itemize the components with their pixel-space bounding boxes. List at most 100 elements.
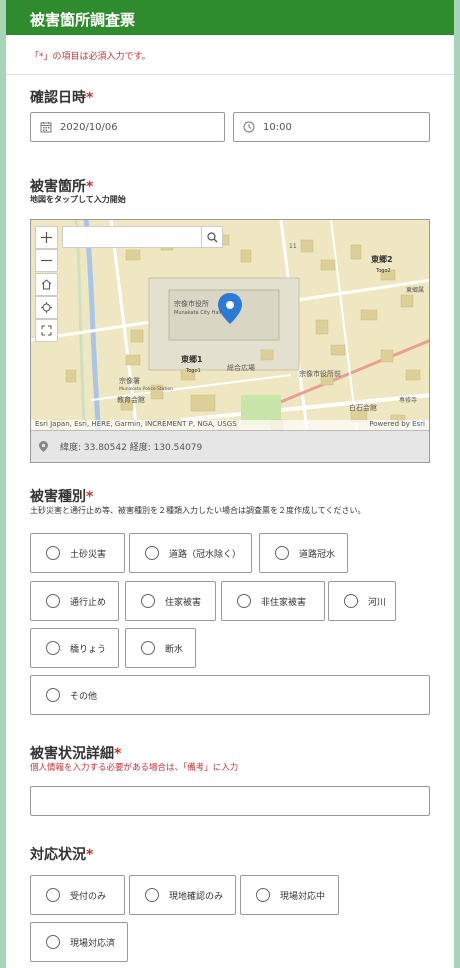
radio-button[interactable] (256, 888, 270, 902)
radio-button[interactable] (46, 935, 60, 949)
damage-option[interactable]: 非住家被害 (221, 581, 325, 621)
option-label: 断水 (165, 644, 184, 655)
search-icon (206, 231, 217, 242)
plus-icon (41, 232, 52, 243)
map-label-police-en: Munakata Police Station (119, 386, 173, 392)
coordinates-text: 緯度: 33.80542 経度: 130.54079 (60, 443, 203, 453)
option-label: 非住家被害 (261, 597, 307, 608)
response-option[interactable]: 現場対応済 (30, 922, 128, 962)
response-status-label-text: 対応状況 (30, 847, 86, 863)
radio-button[interactable] (145, 546, 159, 560)
confirm-datetime-label: 確認日時* (30, 87, 93, 107)
map-label-togo-ward: 東郷属 (406, 286, 424, 294)
map-label-education: 教育会館 (117, 395, 145, 404)
option-label: 現場対応済 (70, 938, 116, 949)
damage-detail-label: 被害状況詳細* (30, 743, 121, 763)
powered-by: Powered by Esri (369, 420, 425, 428)
powered-by-text: Powered by (369, 420, 410, 428)
damage-option[interactable]: 断水 (125, 628, 196, 668)
damage-option[interactable]: 道路（冠水除く） (129, 533, 252, 573)
map-label-togo1-en: Togo1 (185, 368, 201, 374)
damage-option[interactable]: 土砂災害 (30, 533, 125, 573)
location-label-text: 被害箇所 (30, 179, 86, 195)
required-mark: * (86, 489, 94, 505)
option-label: 道路冠水 (299, 549, 336, 560)
damage-option[interactable]: 通行止め (30, 581, 119, 621)
option-label: 住家被害 (165, 597, 202, 608)
damage-detail-hint: 個人情報を入力する必要がある場合は、「備考」に入力 (30, 763, 239, 773)
damage-type-hint: 土砂災害と通行止め等、被害種別を２種類入力したい場合は調査票を２度作成してくださ… (30, 506, 366, 515)
clock-icon (243, 121, 255, 133)
expand-icon (41, 325, 52, 336)
required-mark: * (86, 179, 94, 195)
date-value: 2020/10/06 (60, 121, 118, 133)
coordinates-bar: 緯度: 33.80542 経度: 130.54079 (31, 430, 429, 462)
response-option[interactable]: 現地確認のみ (129, 875, 236, 915)
radio-button[interactable] (46, 688, 60, 702)
map-label-police: 宗像署 (119, 376, 140, 385)
calendar-icon (40, 121, 52, 133)
option-label: 河川 (368, 597, 387, 608)
option-label: 橋りょう (70, 644, 107, 655)
option-label: 現地確認のみ (169, 891, 224, 902)
map-view[interactable]: 宗像市役所 Munakata City Hall 東郷1 Togo1 東郷2 T… (30, 219, 430, 463)
radio-button[interactable] (344, 594, 358, 608)
radio-button[interactable] (46, 888, 60, 902)
time-value: 10:00 (263, 121, 292, 133)
radio-button[interactable] (46, 546, 60, 560)
locate-icon (41, 302, 52, 313)
map-label-num-11: 11 (289, 243, 297, 250)
response-option[interactable]: 受付のみ (30, 875, 125, 915)
confirm-datetime-label-text: 確認日時 (30, 90, 86, 106)
map-label-togo1: 東郷1 (181, 354, 203, 364)
radio-button[interactable] (46, 641, 60, 655)
damage-option[interactable]: 住家被害 (125, 581, 216, 621)
map-search-input[interactable] (62, 226, 223, 248)
zoom-out-button[interactable] (35, 249, 58, 272)
location-pin-icon (39, 441, 48, 452)
powered-by-brand: Esri (412, 420, 425, 428)
map-label-park-hall: 白石会館 (349, 403, 377, 412)
map-label-gym: 総合広場 (227, 363, 255, 372)
fullscreen-button[interactable] (35, 319, 58, 342)
home-icon (41, 279, 52, 290)
map-label-city-hall-front: 宗像市役所前 (299, 369, 341, 378)
radio-button[interactable] (141, 594, 155, 608)
map-label-togo2: 東郷2 (371, 254, 393, 264)
map-label-togo2-en: Togo2 (375, 268, 391, 274)
minus-icon (41, 259, 52, 262)
damage-option[interactable]: その他 (30, 675, 430, 715)
radio-button[interactable] (237, 594, 251, 608)
locate-button[interactable] (35, 296, 58, 319)
option-label: 受付のみ (70, 891, 107, 902)
required-mark: * (86, 90, 94, 106)
form-header: 被害箇所調査票 (6, 0, 454, 35)
option-label: 道路（冠水除く） (169, 549, 242, 560)
damage-detail-label-text: 被害状況詳細 (30, 746, 114, 762)
map-label-city-hall: 宗像市役所 (174, 299, 209, 308)
date-field[interactable]: 2020/10/06 (30, 112, 225, 142)
map-label-shrine: 専修寺 (399, 396, 417, 404)
radio-button[interactable] (275, 546, 289, 560)
damage-detail-input[interactable] (30, 786, 430, 816)
damage-type-label: 被害種別* (30, 486, 93, 506)
radio-button[interactable] (145, 888, 159, 902)
location-label: 被害箇所* (30, 176, 93, 196)
option-label: その他 (70, 691, 98, 702)
survey-form: 被害箇所調査票 「*」の項目は必須入力です。 確認日時* 2020/10/06 … (6, 0, 454, 968)
damage-option[interactable]: 橋りょう (30, 628, 119, 668)
response-option[interactable]: 現場対応中 (240, 875, 339, 915)
map-attribution: Esri Japan, Esri, HERE, Garmin, INCREMEN… (31, 420, 429, 430)
required-notice: 「*」の項目は必須入力です。 (6, 35, 454, 75)
radio-button[interactable] (46, 594, 60, 608)
radio-button[interactable] (141, 641, 155, 655)
damage-option[interactable]: 道路冠水 (259, 533, 348, 573)
time-field[interactable]: 10:00 (233, 112, 430, 142)
option-label: 現場対応中 (280, 891, 326, 902)
option-label: 通行止め (70, 597, 107, 608)
home-button[interactable] (35, 273, 58, 296)
damage-option[interactable]: 河川 (328, 581, 396, 621)
map-search-button[interactable] (201, 226, 223, 248)
form-title: 被害箇所調査票 (30, 11, 136, 29)
zoom-in-button[interactable] (35, 226, 58, 249)
